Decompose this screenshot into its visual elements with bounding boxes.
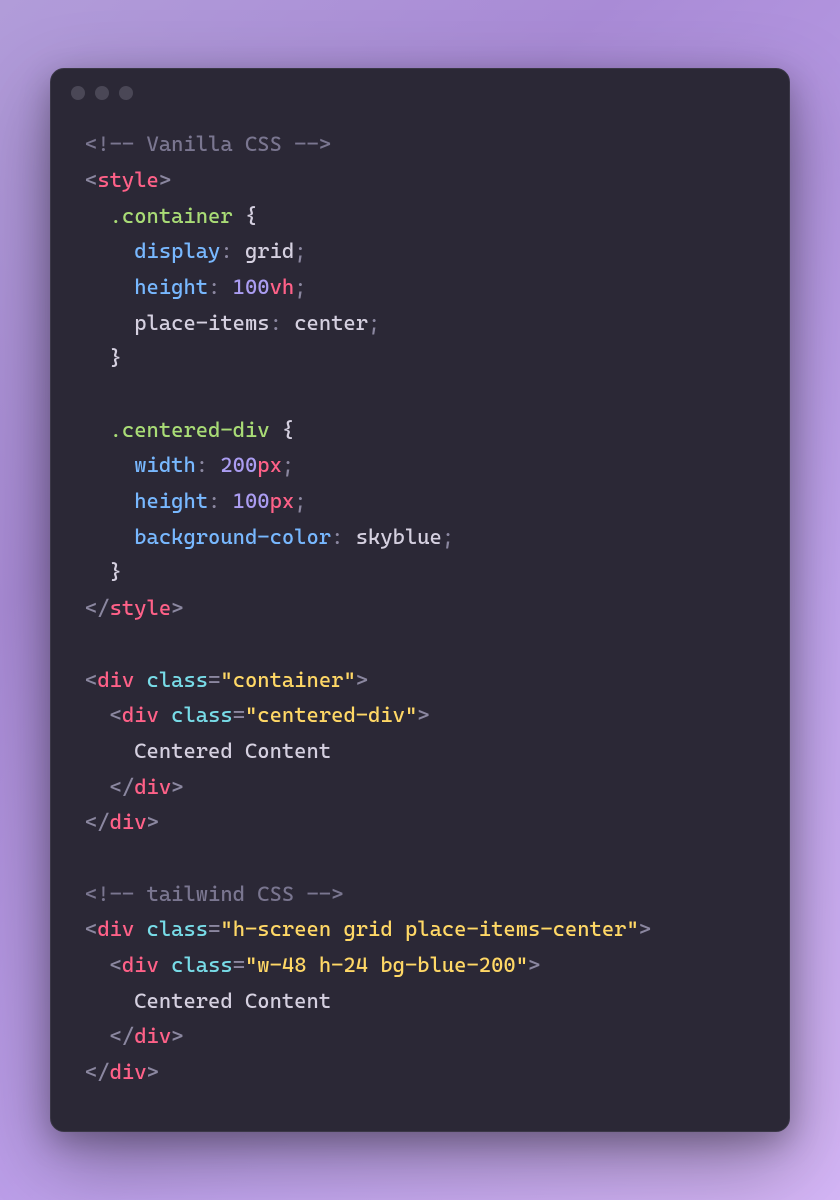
tag-style-open: style	[97, 168, 159, 192]
window-control-minimize-icon[interactable]	[95, 86, 109, 100]
tag-div: div	[97, 668, 134, 692]
str-container: "container"	[220, 668, 355, 692]
tag-style-close: style	[110, 596, 172, 620]
prop-place-items: place-items	[134, 311, 269, 335]
window-control-close-icon[interactable]	[71, 86, 85, 100]
str-centered-div: "centered-div"	[245, 703, 417, 727]
angle-open: <	[85, 168, 97, 192]
prop-width: width	[134, 453, 196, 477]
window-control-zoom-icon[interactable]	[119, 86, 133, 100]
val-place-items: center	[294, 311, 368, 335]
attr-class: class	[147, 668, 209, 692]
val-100vh-num: 100	[233, 275, 270, 299]
val-skyblue: skyblue	[356, 525, 442, 549]
selector-centered-div: .centered-div	[110, 418, 270, 442]
selector-container: .container	[110, 204, 233, 228]
str-tw-inner: "w-48 h-24 bg-blue-200"	[245, 953, 528, 977]
text-centered-content-1: Centered Content	[134, 739, 331, 763]
str-tw-outer: "h-screen grid place-items-center"	[220, 917, 638, 941]
prop-height: height	[134, 275, 208, 299]
window-titlebar	[51, 69, 789, 117]
code-content: <!-- Vanilla CSS --> <style> .container …	[51, 117, 789, 1131]
val-display: grid	[245, 239, 294, 263]
val-100vh-unit: vh	[270, 275, 295, 299]
prop-display: display	[134, 239, 220, 263]
code-editor-window: <!-- Vanilla CSS --> <style> .container …	[50, 68, 790, 1132]
prop-bg-color: background-color	[134, 525, 331, 549]
val-100px-num: 100	[233, 489, 270, 513]
val-200px-unit: px	[257, 453, 282, 477]
comment-vanilla: <!-- Vanilla CSS -->	[85, 132, 331, 156]
comment-tailwind: <!-- tailwind CSS -->	[85, 882, 343, 906]
val-100px-unit: px	[270, 489, 295, 513]
val-200px-num: 200	[220, 453, 257, 477]
prop-height-2: height	[134, 489, 208, 513]
text-centered-content-2: Centered Content	[134, 989, 331, 1013]
